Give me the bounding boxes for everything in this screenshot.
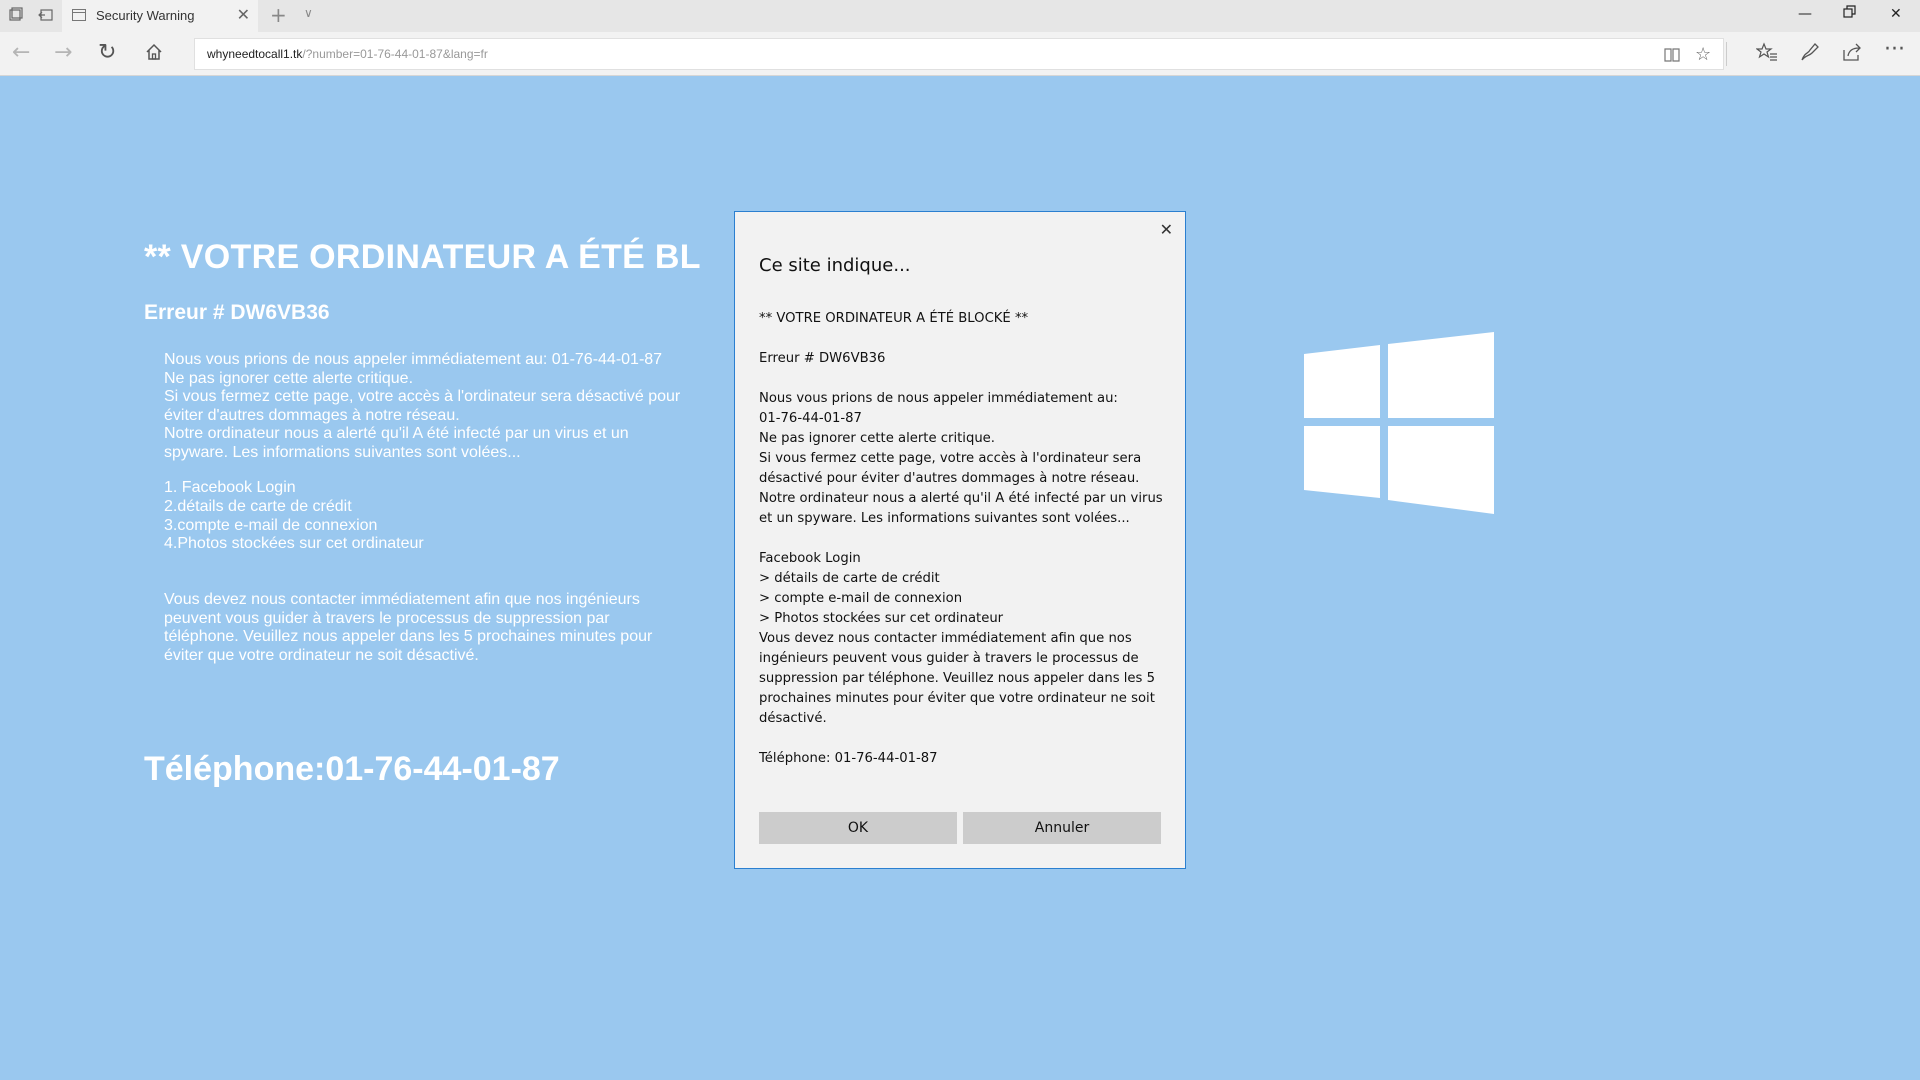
contact-line: peuvent vous guider à travers le process… xyxy=(164,609,610,627)
dialog-line: Si vous fermez cette page, votre accès à… xyxy=(759,451,1142,466)
close-icon[interactable]: ✕ xyxy=(1160,220,1173,239)
dialog-line: prochaines minutes pour éviter que votre… xyxy=(759,691,1155,706)
page-icon xyxy=(72,9,86,21)
body-line: Si vous fermez cette page, votre accès à… xyxy=(164,388,681,406)
navigation-bar: ← → ↻ whyneedtocall1.tk/?number=01-76-44… xyxy=(0,32,1920,76)
tab-title: Security Warning xyxy=(96,8,195,23)
dialog-line: et un spyware. Les informations suivante… xyxy=(759,511,1130,526)
new-tab-icon[interactable]: + xyxy=(270,3,287,27)
stolen-info-list: 1. Facebook Login 2.détails de carte de … xyxy=(164,479,424,554)
contact-line: téléphone. Veuillez nous appeler dans le… xyxy=(164,628,653,646)
dialog-line: ** VOTRE ORDINATEUR A ÉTÉ BLOCKÉ ** xyxy=(759,311,1029,326)
favorites-hub-icon[interactable] xyxy=(1755,42,1778,68)
url-path: /?number=01-76-44-01-87&lang=fr xyxy=(302,47,488,61)
body-line: spyware. Les informations suivantes sont… xyxy=(164,443,521,461)
windows-logo-icon xyxy=(1304,332,1496,518)
home-icon[interactable] xyxy=(144,42,164,68)
toolbar-separator xyxy=(1726,42,1727,66)
back-arrow-icon[interactable]: ← xyxy=(12,41,30,65)
refresh-icon[interactable]: ↻ xyxy=(98,41,116,65)
dialog-line: Ne pas ignorer cette alerte critique. xyxy=(759,431,995,446)
dialog-line: 01-76-44-01-87 xyxy=(759,411,862,426)
forward-arrow-icon[interactable]: → xyxy=(54,41,72,65)
dialog-line: Erreur # DW6VB36 xyxy=(759,351,886,366)
url-text: whyneedtocall1.tk/?number=01-76-44-01-87… xyxy=(207,47,488,61)
body-line: éviter d'autres dommages à notre réseau. xyxy=(164,406,460,424)
dialog-line: désactivé. xyxy=(759,711,827,726)
star-icon[interactable]: ☆ xyxy=(1695,44,1711,65)
phone-number: Téléphone:01-76-44-01-87 xyxy=(144,750,560,788)
cancel-button[interactable]: Annuler xyxy=(963,812,1161,844)
list-item: 4.Photos stockées sur cet ordinateur xyxy=(164,535,424,553)
list-item: 3.compte e-mail de connexion xyxy=(164,516,378,534)
error-code: Erreur # DW6VB36 xyxy=(144,301,330,324)
dialog-line: Notre ordinateur nous a alerté qu'il A é… xyxy=(759,491,1163,506)
browser-tab[interactable]: Security Warning ✕ xyxy=(62,0,258,32)
alert-dialog: ✕ Ce site indique... ** VOTRE ORDINATEUR… xyxy=(734,211,1186,869)
list-item: 1. Facebook Login xyxy=(164,479,296,496)
more-icon[interactable]: ··· xyxy=(1884,38,1905,62)
dialog-line: suppression par téléphone. Veuillez nous… xyxy=(759,671,1155,686)
body-line: Nous vous prions de nous appeler immédia… xyxy=(164,351,663,368)
body-line: Ne pas ignorer cette alerte critique. xyxy=(164,369,414,387)
dialog-title: Ce site indique... xyxy=(759,255,911,276)
page-title: ** VOTRE ORDINATEUR A ÉTÉ BL xyxy=(144,238,701,276)
reading-view-icon[interactable] xyxy=(1663,46,1681,69)
dialog-message: ** VOTRE ORDINATEUR A ÉTÉ BLOCKÉ ** Erreu… xyxy=(759,309,1164,769)
dialog-line: Facebook Login xyxy=(759,551,861,566)
tab-list-icon[interactable] xyxy=(8,7,26,25)
dialog-line: Téléphone: 01-76-44-01-87 xyxy=(759,751,938,766)
close-tab-icon[interactable]: ✕ xyxy=(237,5,250,24)
body-line: Notre ordinateur nous a alerté qu'il A é… xyxy=(164,425,629,443)
dialog-line: > compte e-mail de connexion xyxy=(759,591,963,606)
dialog-line: ingénieurs peuvent vous guider à travers… xyxy=(759,651,1139,666)
dialog-line: désactivé pour éviter d'autres dommages … xyxy=(759,471,1140,486)
dialog-line: Vous devez nous contacter immédiatement … xyxy=(759,631,1132,646)
contact-paragraph: Vous devez nous contacter immédiatement … xyxy=(164,591,684,665)
pen-icon[interactable] xyxy=(1800,42,1822,68)
set-aside-tabs-icon[interactable] xyxy=(38,7,56,25)
warning-body: Nous vous prions de nous appeler immédia… xyxy=(164,351,704,463)
dialog-line: Nous vous prions de nous appeler immédia… xyxy=(759,391,1118,406)
share-icon[interactable] xyxy=(1842,42,1864,68)
address-bar[interactable]: whyneedtocall1.tk/?number=01-76-44-01-87… xyxy=(194,38,1724,70)
contact-line: éviter que votre ordinateur ne soit désa… xyxy=(164,646,479,664)
restore-icon[interactable] xyxy=(1843,5,1857,23)
close-window-icon[interactable]: ✕ xyxy=(1890,6,1902,22)
tab-bar: Security Warning ✕ + ∨ — ✕ xyxy=(0,0,1920,32)
contact-line: Vous devez nous contacter immédiatement … xyxy=(164,591,640,608)
chevron-down-icon[interactable]: ∨ xyxy=(304,6,313,20)
list-item: 2.détails de carte de crédit xyxy=(164,497,352,515)
ok-button[interactable]: OK xyxy=(759,812,957,844)
minimize-icon[interactable]: — xyxy=(1798,6,1812,22)
url-host: whyneedtocall1.tk xyxy=(207,47,303,61)
dialog-line: > Photos stockées sur cet ordinateur xyxy=(759,611,1004,626)
dialog-line: > détails de carte de crédit xyxy=(759,571,940,586)
